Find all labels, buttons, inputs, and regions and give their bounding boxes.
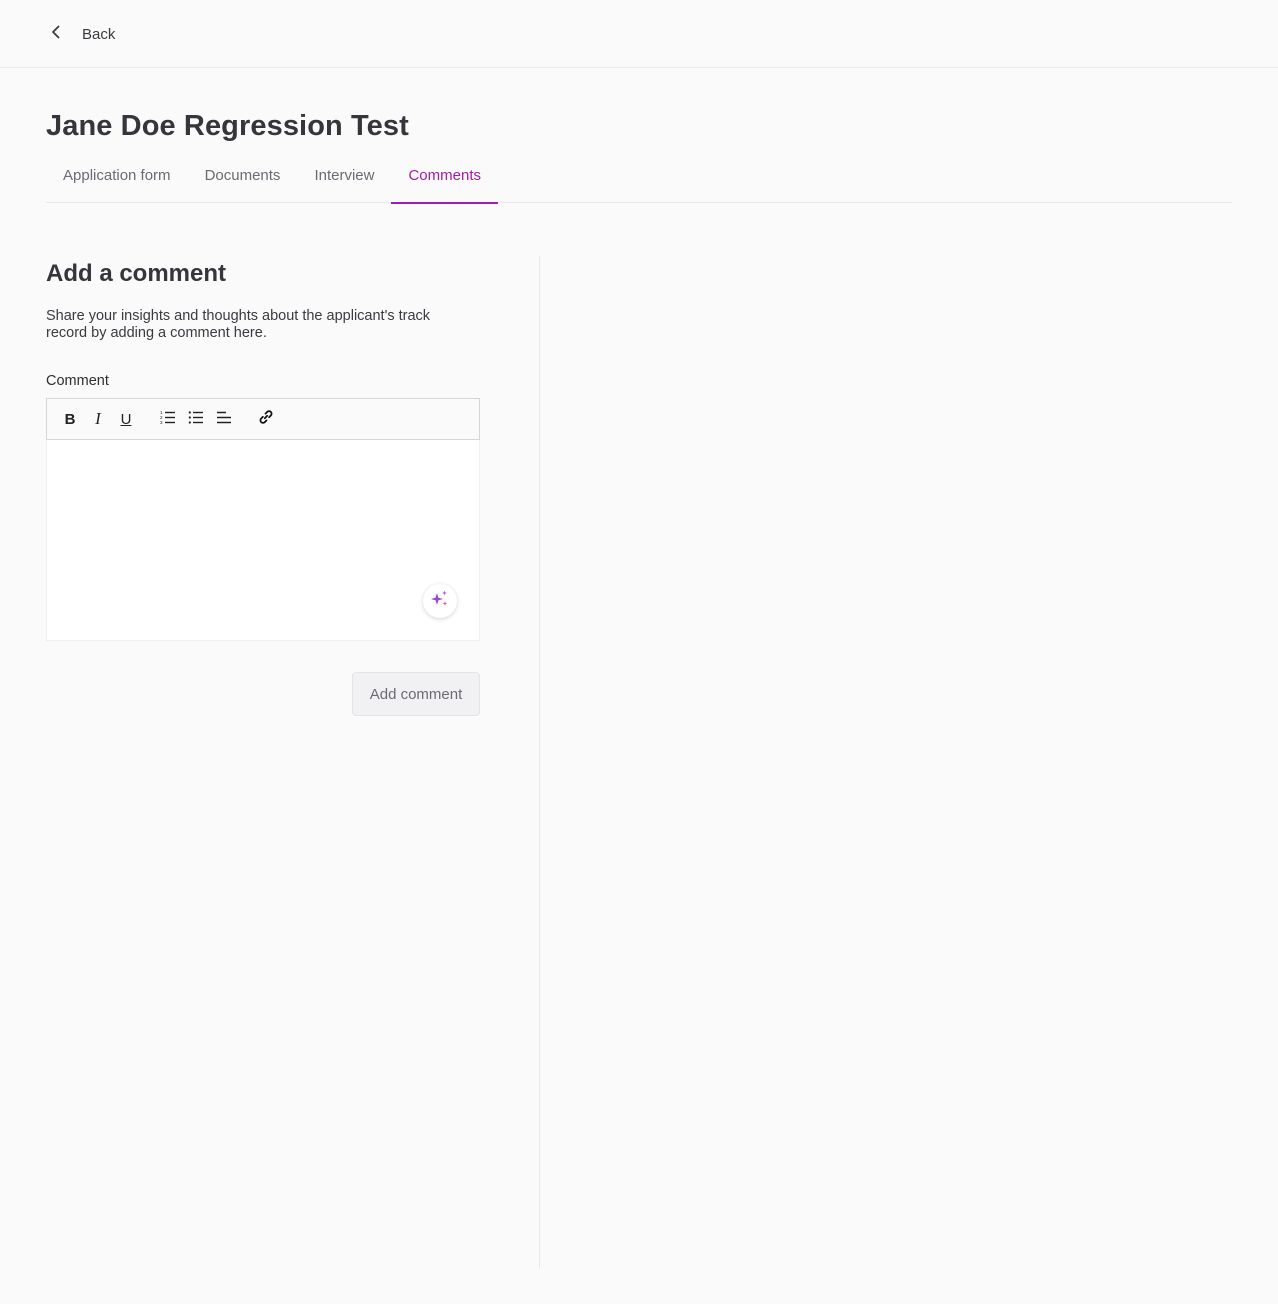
- bullet-list-icon: [188, 409, 204, 430]
- comment-input[interactable]: [46, 440, 480, 641]
- back-label: Back: [82, 25, 116, 43]
- add-comment-button[interactable]: Add comment: [352, 672, 480, 716]
- tab-application-form[interactable]: Application form: [46, 156, 188, 203]
- align-left-button[interactable]: [213, 408, 235, 430]
- bold-button[interactable]: B: [59, 408, 81, 430]
- comment-editor: B I U 1 2 3: [46, 398, 480, 641]
- tab-comments[interactable]: Comments: [391, 156, 498, 204]
- comment-field-label: Comment: [46, 373, 109, 389]
- ordered-list-icon: 1 2 3: [160, 409, 176, 430]
- bullet-list-button[interactable]: [185, 408, 207, 430]
- bold-icon: B: [64, 410, 76, 428]
- page-title: Jane Doe Regression Test: [46, 110, 409, 142]
- column-divider: [539, 256, 540, 1268]
- svg-text:3: 3: [160, 420, 163, 425]
- section-title: Add a comment: [46, 260, 227, 287]
- link-icon: [258, 409, 274, 430]
- link-button[interactable]: [255, 408, 277, 430]
- back-button[interactable]: Back: [46, 20, 115, 48]
- tab-bar: Application form Documents Interview Com…: [46, 156, 1232, 204]
- ordered-list-button[interactable]: 1 2 3: [157, 408, 179, 430]
- underline-icon: U: [120, 410, 132, 428]
- underline-button[interactable]: U: [115, 408, 137, 430]
- italic-icon: I: [95, 409, 101, 428]
- section-description: Share your insights and thoughts about t…: [46, 308, 431, 341]
- sparkles-icon: [429, 588, 451, 615]
- editor-toolbar: B I U 1 2 3: [46, 398, 480, 440]
- top-bar: Back: [0, 0, 1278, 68]
- tab-documents[interactable]: Documents: [188, 156, 298, 203]
- tab-interview[interactable]: Interview: [297, 156, 391, 203]
- chevron-left-icon: [46, 22, 66, 47]
- ai-assist-button[interactable]: [423, 584, 457, 618]
- italic-button[interactable]: I: [87, 408, 109, 430]
- align-left-icon: [216, 409, 232, 430]
